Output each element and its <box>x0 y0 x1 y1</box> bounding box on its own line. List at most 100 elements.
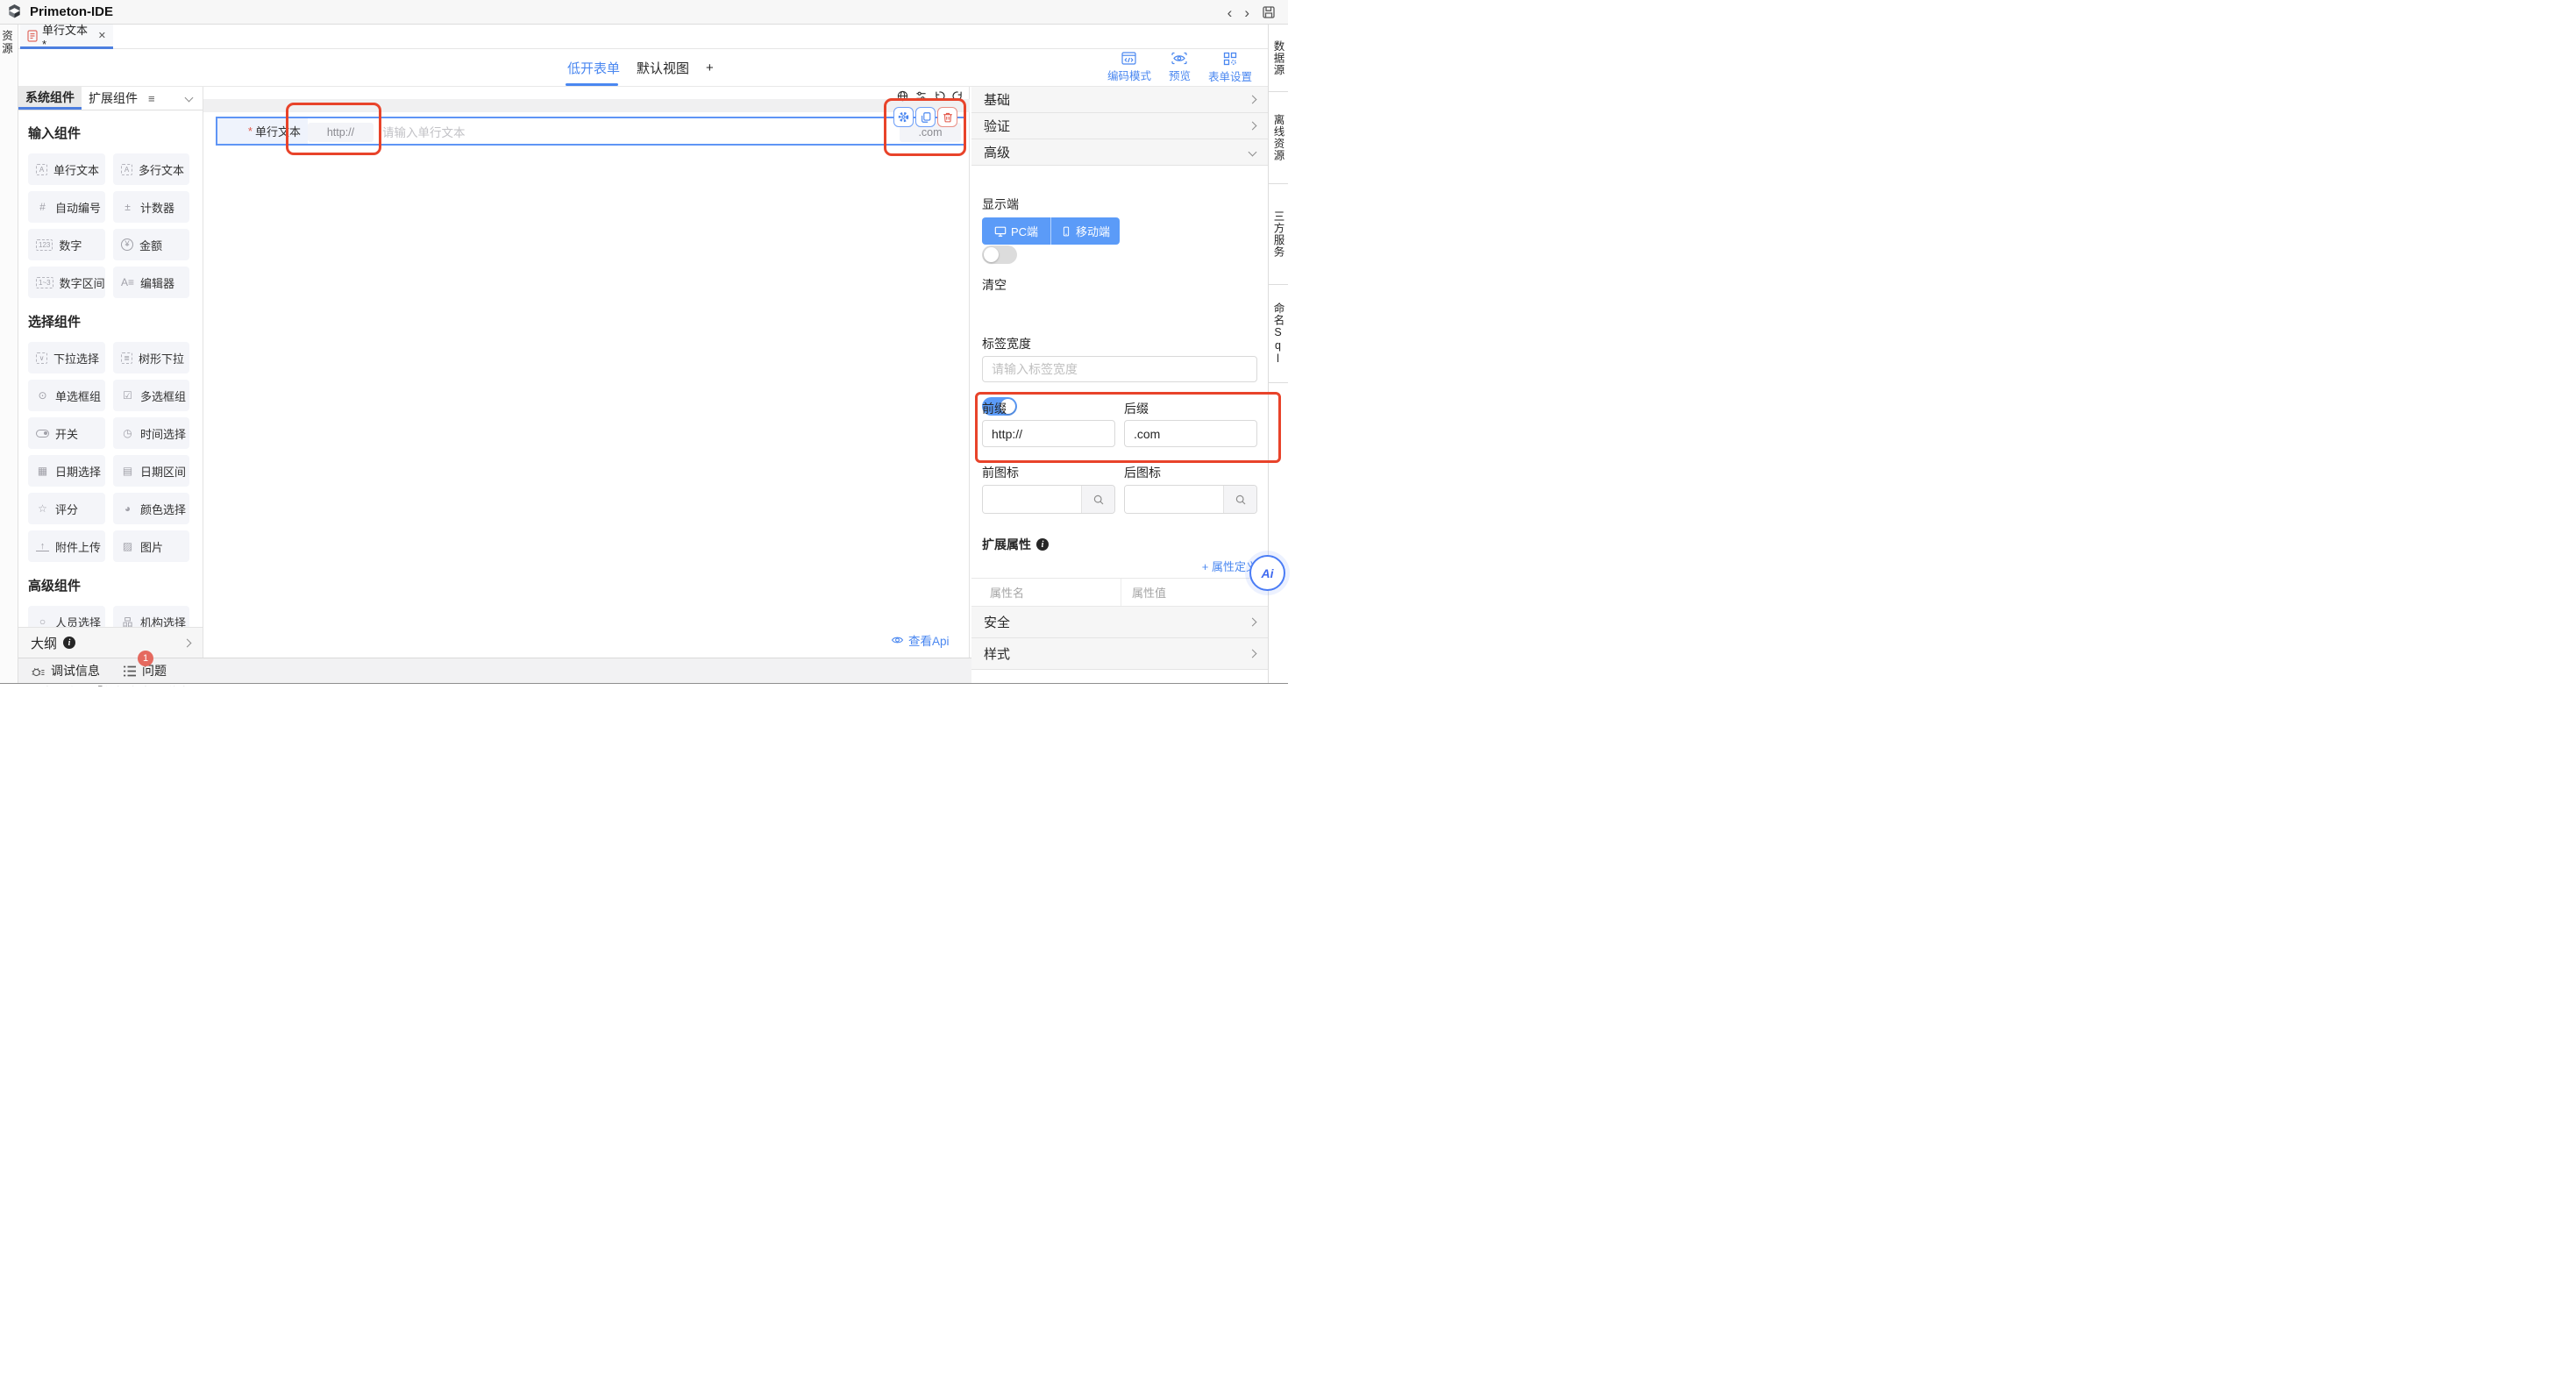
section-style[interactable]: 样式 <box>971 638 1268 670</box>
palette-item-label: 数字 <box>59 237 82 253</box>
editor-icon: A≡ <box>121 276 134 288</box>
palette-item-image[interactable]: ▨图片 <box>113 530 189 562</box>
undo-icon[interactable] <box>934 90 945 102</box>
palette-item-editor[interactable]: A≡编辑器 <box>113 267 189 298</box>
forward-icon[interactable]: › <box>1244 5 1249 20</box>
palette-item-switch[interactable]: 开关 <box>28 417 105 449</box>
time-icon: ◷ <box>121 427 134 439</box>
back-icon[interactable]: ‹ <box>1228 5 1233 20</box>
field-prefix: http:// <box>308 123 374 142</box>
chevron-down-icon <box>1249 148 1257 157</box>
display-side-group: PC端 移动端 <box>982 217 1120 245</box>
top-bar: Primeton-IDE ‹ › <box>0 0 1288 25</box>
section-validation[interactable]: 验证 <box>971 113 1268 139</box>
counter-icon: ± <box>121 201 134 213</box>
view-api-link[interactable]: 查看Api <box>891 631 950 649</box>
tab-low-code-form[interactable]: 低开表单 <box>567 59 620 77</box>
right-strip-item-3[interactable]: 三方服务 <box>1269 184 1288 285</box>
add-view-button[interactable]: + <box>706 60 714 75</box>
palette-item-money[interactable]: ¥金额 <box>113 229 189 260</box>
palette-item-time[interactable]: ◷时间选择 <box>113 417 189 449</box>
palette-menu-icon[interactable]: ≡ <box>148 92 155 105</box>
tab-default-view[interactable]: 默认视图 <box>637 59 689 77</box>
palette-item-checkbox-group[interactable]: ☑多选框组 <box>113 380 189 411</box>
search-icon[interactable] <box>1081 486 1114 513</box>
form-doc-icon <box>27 30 38 42</box>
palette-item-counter[interactable]: ±计数器 <box>113 191 189 223</box>
clearable-label: 清空 <box>982 276 1278 294</box>
field-label-zone: * 单行文本 <box>217 118 308 144</box>
section-advanced[interactable]: 高级 <box>971 139 1268 166</box>
label-width-input[interactable] <box>982 356 1257 382</box>
palette-collapse-icon[interactable] <box>185 94 194 103</box>
form-canvas[interactable]: * 单行文本 http:// 请输入单行文本 .com 查看Api <box>203 87 970 658</box>
form-settings-button[interactable]: 表单设置 <box>1208 52 1252 84</box>
palette-item-radio-group[interactable]: ⊙单选框组 <box>28 380 105 411</box>
palette-item-select[interactable]: ∨下拉选择 <box>28 342 105 373</box>
monitor-icon <box>994 225 1007 238</box>
selected-field-single-line-text[interactable]: * 单行文本 http:// 请输入单行文本 .com <box>216 117 965 146</box>
unlabeled-toggle[interactable] <box>982 245 1017 264</box>
left-strip-resources-tab[interactable]: 资源 <box>3 30 15 55</box>
palette-item-org-select[interactable]: 品机构选择 <box>113 606 189 627</box>
attrs-table-header: 属性名 属性值 <box>971 578 1268 607</box>
palette-item-color[interactable]: ◕颜色选择 <box>113 493 189 524</box>
select-icon: ∨ <box>36 352 47 364</box>
palette-item-label: 评分 <box>55 501 78 517</box>
doc-tab-single-line-text[interactable]: 单行文本* ✕ <box>20 25 113 49</box>
app-title: Primeton-IDE <box>30 4 113 19</box>
back-icon-input[interactable] <box>1125 486 1223 513</box>
palette-item-date-range[interactable]: ▤日期区间 <box>113 455 189 487</box>
pc-side-button[interactable]: PC端 <box>982 217 1050 245</box>
front-icon-input[interactable] <box>983 486 1081 513</box>
field-copy-button[interactable] <box>915 107 936 127</box>
palette-item-label: 日期选择 <box>55 463 101 480</box>
right-strip-item-4[interactable]: 命名Sql <box>1269 285 1288 383</box>
palette-item-rating[interactable]: ☆评分 <box>28 493 105 524</box>
debug-info-button[interactable]: 调试信息 <box>31 662 100 679</box>
section-basic[interactable]: 基础 <box>971 87 1268 113</box>
palette-item-person-select[interactable]: ○人员选择 <box>28 606 105 627</box>
extended-attrs-info-icon: i <box>1036 538 1049 551</box>
section-security[interactable]: 安全 <box>971 607 1268 638</box>
palette-item-label: 开关 <box>55 425 78 442</box>
palette-item-tree-select[interactable]: ≣树形下拉 <box>113 342 189 373</box>
chevron-right-icon <box>1249 122 1257 131</box>
redo-icon[interactable] <box>952 90 964 102</box>
prefix-input[interactable] <box>982 420 1115 447</box>
tab-extended-components[interactable]: 扩展组件 <box>82 87 145 110</box>
save-icon[interactable] <box>1262 5 1276 19</box>
tab-system-components[interactable]: 系统组件 <box>18 87 82 110</box>
code-mode-icon <box>1121 52 1136 65</box>
search-icon[interactable] <box>1223 486 1256 513</box>
ai-assistant-button[interactable]: Ai <box>1249 555 1285 591</box>
date-range-icon: ▤ <box>121 465 134 477</box>
palette-item-label: 人员选择 <box>55 614 101 628</box>
mobile-side-button[interactable]: 移动端 <box>1050 217 1120 245</box>
canvas-toolbar <box>897 90 964 102</box>
field-placeholder[interactable]: 请输入单行文本 <box>382 118 466 144</box>
layout-settings-icon[interactable] <box>915 90 927 102</box>
palette-item-text-input[interactable]: A单行文本 <box>28 153 105 185</box>
right-strip-item-1[interactable]: 数据源 <box>1269 25 1288 92</box>
palette-item-textarea[interactable]: A多行文本 <box>113 153 189 185</box>
palette-item-number[interactable]: 123数字 <box>28 229 105 260</box>
palette-item-upload[interactable]: ↑附件上传 <box>28 530 105 562</box>
palette-item-date[interactable]: ▦日期选择 <box>28 455 105 487</box>
palette-section-title: 输入组件 <box>28 124 203 142</box>
palette-item-number-range[interactable]: 1~3数字区间 <box>28 267 105 298</box>
palette-item-auto-number[interactable]: #自动编号 <box>28 191 105 223</box>
debug-info-label: 调试信息 <box>51 662 100 679</box>
close-icon[interactable]: ✕ <box>98 30 106 41</box>
right-strip-item-label: 命名Sql <box>1270 302 1287 366</box>
right-strip-item-2[interactable]: 离线资源 <box>1269 92 1288 184</box>
suffix-input[interactable] <box>1124 420 1257 447</box>
section-security-label: 安全 <box>984 613 1010 631</box>
mobile-side-label: 移动端 <box>1076 223 1110 239</box>
field-delete-button[interactable] <box>937 107 957 127</box>
globe-icon[interactable] <box>897 90 908 102</box>
outline-toggle[interactable]: 大纲 i <box>18 627 203 658</box>
field-settings-button[interactable] <box>893 107 914 127</box>
code-mode-button[interactable]: 编码模式 <box>1107 52 1151 84</box>
preview-button[interactable]: 预览 <box>1169 52 1191 84</box>
